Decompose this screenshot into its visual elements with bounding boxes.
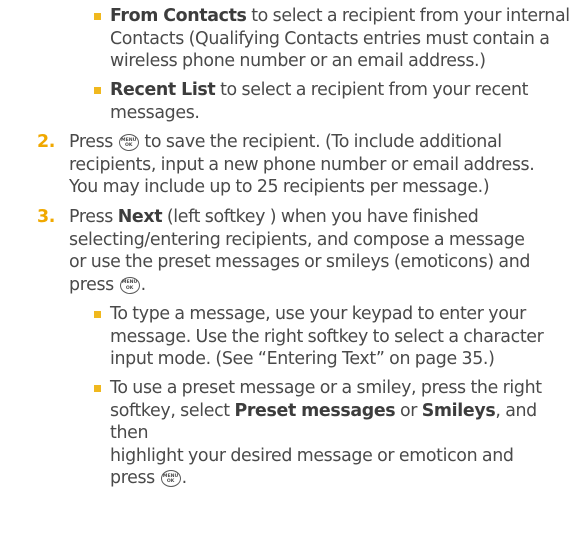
bullet-preset-message: To use a preset message or a smiley, pre…	[94, 377, 570, 490]
bullet-type-message: To type a message, use your keypad to en…	[94, 303, 570, 371]
bullet-line: To type a message, use your keypad to en…	[110, 304, 526, 324]
bullet-line: press MENU OK.	[110, 468, 187, 489]
bullet-line: message. Use the right softkey to select…	[110, 326, 544, 347]
smileys-label: Smileys	[421, 400, 496, 421]
bullet-line: To use a preset message or a smiley, pre…	[110, 378, 542, 398]
menu-ok-key-icon: MENU OK	[160, 470, 181, 488]
bullet-marker	[94, 87, 101, 94]
bullet-line: Recent List to select a recipient from y…	[110, 80, 529, 100]
step-line: or use the preset messages or smileys (e…	[69, 252, 531, 273]
step-line: recipients, input a new phone number or …	[69, 154, 535, 175]
bullet-line: messages.	[110, 102, 200, 123]
step-line: selecting/entering recipients, and compo…	[69, 229, 525, 250]
step-line: press MENU OK.	[69, 274, 146, 295]
bullet-line: highlight your desired message or emotic…	[110, 445, 514, 466]
step-line: You may include up to 25 recipients per …	[69, 177, 490, 198]
bullet-line: wireless phone number or an email addres…	[110, 51, 486, 72]
bullet-from-contacts: From Contacts to select a recipient from…	[94, 5, 570, 73]
step-3: 3. Press Next (left softkey ) when you h…	[37, 206, 569, 296]
step-line: Press MENU OK to save the recipient. (To …	[69, 132, 502, 152]
bullet-marker	[94, 385, 101, 392]
bullet-marker	[94, 311, 101, 318]
preset-messages-label: Preset messages	[234, 400, 396, 421]
bullet-line: softkey, select Preset messages or Smile…	[110, 400, 537, 444]
bullet-recent-list: Recent List to select a recipient from y…	[94, 79, 570, 124]
menu-ok-key-icon: MENU OK	[119, 276, 140, 294]
manual-page: From Contacts to select a recipient from…	[0, 0, 570, 542]
bullet-marker	[94, 13, 101, 20]
recent-list-label: Recent List	[110, 80, 216, 100]
step-line: Press Next (left softkey ) when you have…	[69, 207, 479, 227]
bullet-line: input mode. (See “Entering Text” on page…	[110, 349, 495, 370]
step-number: 3.	[37, 207, 56, 227]
from-contacts-label: From Contacts	[110, 6, 247, 26]
next-softkey-label: Next	[117, 207, 163, 227]
bullet-line: From Contacts to select a recipient from…	[110, 6, 570, 26]
menu-ok-key-icon: MENU OK	[118, 134, 139, 151]
bullet-line: Contacts (Qualifying Contacts entries mu…	[110, 28, 550, 49]
step-2: 2. Press MENU OK to save the recipient. (…	[37, 131, 569, 199]
step-number: 2.	[37, 132, 56, 152]
